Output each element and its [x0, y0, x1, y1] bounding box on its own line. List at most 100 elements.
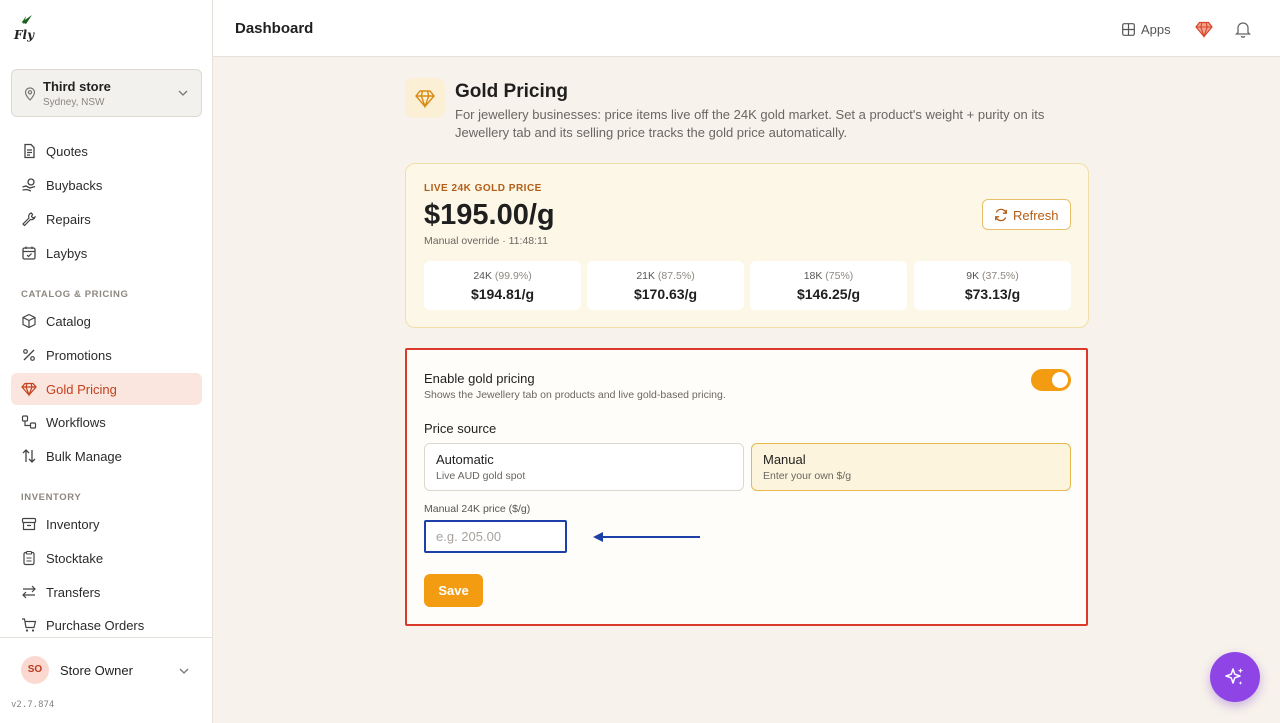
- app-version: v2.7.874: [11, 700, 55, 710]
- karat-card-18k: 18K (75%) $146.25/g: [750, 261, 907, 310]
- karat-price: $170.63/g: [633, 286, 698, 302]
- avatar: SO: [21, 656, 49, 684]
- document-icon: [24, 143, 35, 159]
- toggle-knob: [1052, 372, 1068, 388]
- apps-label: Apps: [1141, 21, 1171, 37]
- karat-label: 24K: [473, 270, 492, 282]
- sidebar-item-label: Bulk Manage: [46, 449, 122, 464]
- sidebar-item-repairs[interactable]: Repairs: [11, 203, 202, 235]
- save-button[interactable]: Save: [424, 574, 483, 607]
- sidebar-item-quotes[interactable]: Quotes: [11, 135, 202, 167]
- sidebar-item-bulk-manage[interactable]: Bulk Manage: [11, 440, 202, 472]
- box-icon: [22, 313, 36, 329]
- sidebar-item-label: Quotes: [46, 144, 88, 159]
- page-description: For jewellery businesses: price items li…: [455, 107, 1045, 140]
- karat-card-21k: 21K (87.5%) $170.63/g: [587, 261, 744, 310]
- grid-icon: [1122, 22, 1135, 36]
- sidebar-item-label: Laybys: [46, 246, 88, 261]
- karat-label: 18K: [803, 270, 823, 282]
- header-title: Dashboard: [235, 20, 314, 37]
- karat-purity: (87.5%): [657, 270, 695, 282]
- store-location: Sydney, NSW: [43, 97, 105, 108]
- sidebar-item-promotions[interactable]: Promotions: [11, 339, 202, 371]
- karat-card-9k: 9K (37.5%) $73.13/g: [914, 261, 1071, 310]
- wrench-icon: [22, 212, 36, 227]
- manual-price-label: Manual 24K price ($/g): [424, 503, 531, 515]
- option-title: Automatic: [436, 452, 494, 467]
- enable-gold-pricing-title: Enable gold pricing: [424, 371, 535, 386]
- user-menu[interactable]: SO Store Owner v2.7.874: [0, 637, 213, 723]
- sidebar-item-laybys[interactable]: Laybys: [11, 237, 202, 269]
- sidebar-item-gold-pricing[interactable]: Gold Pricing: [11, 373, 202, 405]
- gem-icon: [21, 382, 37, 397]
- sidebar-item-label: Repairs: [46, 212, 91, 227]
- live-price-label: LIVE 24K GOLD PRICE: [424, 183, 542, 194]
- sidebar-item-catalog[interactable]: Catalog: [11, 305, 202, 337]
- store-selector[interactable]: Third store Sydney, NSW: [11, 69, 202, 117]
- price-source-manual-option[interactable]: Manual Enter your own $/g: [751, 443, 1071, 491]
- karat-label: 9K: [966, 270, 980, 282]
- section-title-inventory: INVENTORY: [21, 492, 82, 503]
- live-price-status: Manual override · 11:48:11: [424, 235, 548, 247]
- sidebar-item-label: Gold Pricing: [46, 382, 117, 397]
- sort-arrows-icon: [22, 449, 36, 463]
- gem-icon[interactable]: [1195, 20, 1213, 38]
- percent-icon: [23, 349, 35, 361]
- chevron-down-icon: [179, 668, 189, 674]
- enable-gold-pricing-description: Shows the Jewellery tab on products and …: [424, 389, 726, 401]
- sidebar-item-label: Inventory: [46, 517, 100, 532]
- karat-purity: (75%): [825, 270, 854, 282]
- enable-gold-pricing-toggle[interactable]: [1031, 369, 1071, 391]
- sidebar-item-transfers[interactable]: Transfers: [11, 576, 202, 608]
- karat-label: 21K: [636, 270, 655, 282]
- refresh-button[interactable]: Refresh: [982, 199, 1071, 230]
- gold-pricing-settings-card: Enable gold pricing Shows the Jewellery …: [405, 348, 1088, 626]
- sidebar-item-buybacks[interactable]: Buybacks: [11, 169, 202, 201]
- sidebar-item-inventory[interactable]: Inventory: [11, 508, 202, 540]
- sidebar-item-label: Buybacks: [46, 178, 103, 193]
- karat-card-24k: 24K (99.9%) $194.81/g: [424, 261, 581, 310]
- bell-icon[interactable]: [1235, 20, 1251, 38]
- sidebar-item-label: Catalog: [46, 314, 91, 329]
- sidebar-item-label: Purchase Orders: [46, 618, 145, 633]
- transfer-arrows-icon: [22, 585, 36, 599]
- sparkles-icon: [1225, 668, 1244, 685]
- archive-icon: [21, 517, 37, 531]
- option-description: Enter your own $/g: [763, 470, 852, 482]
- manual-price-input[interactable]: [424, 520, 567, 553]
- apps-button[interactable]: Apps: [1122, 21, 1171, 37]
- sidebar: Fly Third store Sydney, NSW Quotes Buyba…: [0, 0, 213, 723]
- gem-icon: [415, 90, 435, 108]
- page-icon: [405, 78, 445, 118]
- section-title-catalog: CATALOG & PRICING: [21, 289, 129, 300]
- sidebar-item-label: Promotions: [46, 348, 112, 363]
- map-pin-icon: [24, 87, 36, 101]
- sidebar-item-workflows[interactable]: Workflows: [11, 406, 202, 438]
- sidebar-item-label: Stocktake: [46, 551, 104, 566]
- price-source-title: Price source: [424, 421, 497, 436]
- sidebar-item-label: Workflows: [46, 415, 106, 430]
- chevron-down-icon: [178, 90, 188, 96]
- option-description: Live AUD gold spot: [436, 470, 526, 482]
- workflow-icon: [21, 415, 37, 429]
- karat-price: $73.13/g: [964, 286, 1021, 302]
- karat-purity: (99.9%): [494, 270, 532, 282]
- ai-assistant-button[interactable]: [1210, 652, 1260, 702]
- sidebar-item-label: Transfers: [46, 585, 101, 600]
- cart-icon: [22, 618, 37, 632]
- price-source-automatic-option[interactable]: Automatic Live AUD gold spot: [424, 443, 744, 491]
- option-title: Manual: [763, 452, 806, 467]
- karat-price: $194.81/g: [470, 286, 535, 302]
- karat-purity: (37.5%): [982, 270, 1019, 282]
- sidebar-item-stocktake[interactable]: Stocktake: [11, 542, 202, 574]
- clipboard-icon: [23, 550, 35, 566]
- refresh-icon: [995, 208, 1007, 222]
- arrow-left-annotation-icon: [593, 532, 700, 542]
- karat-price: $146.25/g: [796, 286, 861, 302]
- refresh-label: Refresh: [1013, 208, 1059, 223]
- top-header: Dashboard Apps: [213, 0, 1280, 57]
- calendar-icon: [22, 246, 36, 260]
- live-price-card: LIVE 24K GOLD PRICE $195.00/g Manual ove…: [405, 163, 1089, 328]
- page-title: Gold Pricing: [455, 81, 568, 102]
- user-name: Store Owner: [60, 663, 133, 678]
